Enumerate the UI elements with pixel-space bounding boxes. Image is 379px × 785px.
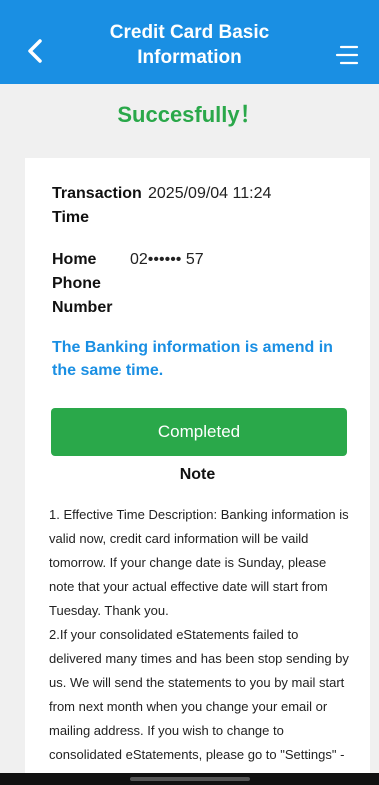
note-item-1: 1. Effective Time Description: Banking i… bbox=[49, 507, 349, 618]
system-nav-bar bbox=[0, 773, 379, 785]
page: Credit Card Basic Information Succesfull… bbox=[0, 0, 379, 785]
chevron-left-icon bbox=[28, 39, 42, 63]
header-bar: Credit Card Basic Information bbox=[0, 0, 379, 84]
note-item-2: 2.If your consolidated eStatements faile… bbox=[49, 627, 349, 785]
transaction-time-row: Transaction Time 2025/09/04 11:24 bbox=[52, 182, 271, 230]
completed-button[interactable]: Completed bbox=[51, 408, 347, 456]
page-title: Credit Card Basic Information bbox=[109, 22, 270, 68]
note-title: Note bbox=[179, 466, 216, 483]
back-button[interactable] bbox=[22, 36, 48, 66]
transaction-time-label: Transaction Time bbox=[52, 185, 142, 226]
note-body: 1. Effective Time Description: Banking i… bbox=[49, 503, 354, 785]
success-message: Succesfully！ bbox=[117, 102, 262, 127]
menu-icon bbox=[335, 45, 359, 65]
home-handle[interactable] bbox=[130, 777, 250, 781]
menu-button[interactable] bbox=[333, 42, 359, 68]
result-card: Transaction Time 2025/09/04 11:24 Home Ph… bbox=[25, 158, 370, 785]
home-phone-row: Home Phone Number 02•••••• 57 bbox=[52, 248, 204, 320]
transaction-time-value: 2025/09/04 11:24 bbox=[148, 185, 272, 202]
home-phone-label: Home Phone Number bbox=[52, 251, 113, 316]
home-phone-value: 02•••••• 57 bbox=[130, 251, 204, 268]
notice-text: The Banking information is amend in the … bbox=[52, 339, 333, 379]
